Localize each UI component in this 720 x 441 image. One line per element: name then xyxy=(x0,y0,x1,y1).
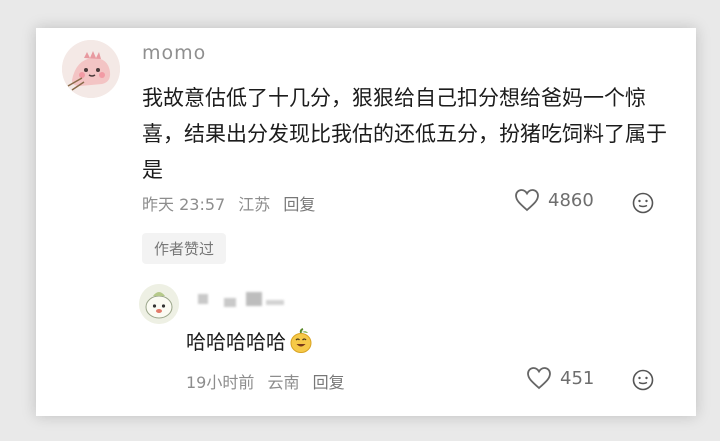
avatar[interactable] xyxy=(62,40,120,98)
reply-like-button[interactable]: 451 xyxy=(526,366,594,390)
like-button[interactable]: 4860 xyxy=(514,188,594,212)
comment-location: 江苏 xyxy=(238,195,271,214)
emoji-button[interactable] xyxy=(632,192,654,218)
reply-like-count: 451 xyxy=(560,367,595,389)
reply-location: 云南 xyxy=(267,373,300,392)
author-liked-badge: 作者赞过 xyxy=(142,233,227,264)
heart-outline-icon xyxy=(515,189,539,212)
reply-avatar[interactable] xyxy=(139,284,179,324)
comment-text: 我故意估低了十几分，狠狠给自己扣分想给爸妈一个惊喜，结果出分发现比我估的还低五分… xyxy=(142,86,667,182)
comment-meta: 昨天 23:57 江苏 回复 xyxy=(142,191,323,215)
like-count: 4860 xyxy=(548,189,594,211)
username[interactable]: momo xyxy=(142,42,206,64)
reply-text-content: 哈哈哈哈哈 xyxy=(186,330,286,354)
reply-text: 哈哈哈哈哈 xyxy=(186,326,314,355)
smile-icon xyxy=(632,192,654,214)
reply-reply-button[interactable]: 回复 xyxy=(313,373,345,392)
reply-username-redacted[interactable] xyxy=(194,290,294,310)
reply-meta: 19小时前 云南 回复 xyxy=(186,369,353,393)
comment-card: momo 我故意估低了十几分，狠狠给自己扣分想给爸妈一个惊喜，结果出分发现比我估… xyxy=(36,28,696,416)
cartoon-avatar-icon xyxy=(139,284,179,324)
reply-button[interactable]: 回复 xyxy=(283,195,315,214)
reply-emoji-button[interactable] xyxy=(632,369,654,395)
reply-time: 19小时前 xyxy=(186,373,255,392)
comment-date: 昨天 23:57 xyxy=(142,195,226,214)
dinosaur-avatar-icon xyxy=(62,40,120,98)
heart-outline-icon xyxy=(527,367,551,390)
smile-icon xyxy=(632,369,654,391)
grinning-mango-emoji-icon xyxy=(290,327,312,353)
